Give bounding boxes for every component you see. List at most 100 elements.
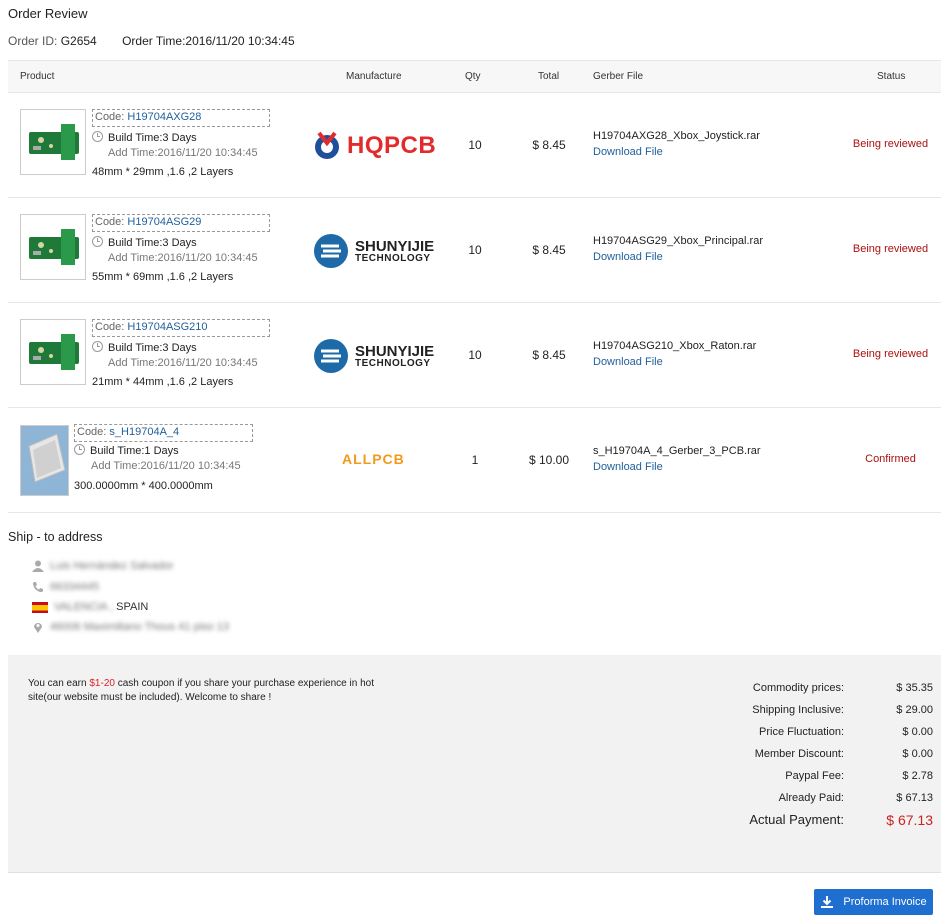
build-time: Build Time:3 Days <box>92 236 197 249</box>
summary-label: Member Discount: <box>754 748 844 760</box>
col-qty: Qty <box>465 71 481 82</box>
gerber-file-name: H19704ASG29_Xbox_Principal.rar <box>593 235 763 247</box>
page-title: Order Review <box>8 6 88 21</box>
code-box: Code: H19704ASG210 <box>92 319 270 337</box>
summary-label: Commodity prices: <box>752 682 844 694</box>
pcb-thumbnail[interactable] <box>20 319 86 385</box>
total: $ 8.45 <box>532 243 566 257</box>
col-status: Status <box>877 71 906 82</box>
phone-icon <box>32 581 44 593</box>
download-file-link[interactable]: Download File <box>593 356 663 368</box>
add-time: Add Time:2016/11/20 10:34:45 <box>91 460 241 472</box>
gerber-file-name: H19704AXG28_Xbox_Joystick.rar <box>593 130 760 142</box>
invoice-button-label: Proforma Invoice <box>843 896 927 908</box>
order-time-label: Order Time: <box>122 34 186 48</box>
recipient-phone: 66334445 <box>50 581 99 593</box>
order-time: 2016/11/20 10:34:45 <box>185 34 295 48</box>
clock-icon <box>74 444 85 455</box>
manufacturer-logo-allpcb: ALLPCB <box>342 451 405 467</box>
gerber-file-name: s_H19704A_4_Gerber_3_PCB.rar <box>593 445 761 457</box>
spain-flag-icon <box>32 601 48 613</box>
build-time: Build Time:1 Days <box>74 444 179 457</box>
total: $ 8.45 <box>532 348 566 362</box>
download-file-link[interactable]: Download File <box>593 146 663 158</box>
table-row: Code: H19704AXG28 Build Time:3 Days Add … <box>8 93 941 198</box>
summary-label: Paypal Fee: <box>785 770 844 782</box>
shunyijie-logo-subtext: TECHNOLOGY <box>355 252 431 264</box>
location-pin-icon <box>32 621 44 633</box>
summary-value: $ 67.13 <box>896 792 933 804</box>
ship-city: VALENCIA , SPAIN <box>32 601 148 613</box>
shunyijie-logo-text: SHUNYIJIE <box>355 342 435 360</box>
promo-pre: You can earn <box>28 678 90 689</box>
manufacturer-logo-shunyijie: SHUNYIJIE TECHNOLOGY <box>313 231 443 271</box>
download-file-link[interactable]: Download File <box>593 251 663 263</box>
dimensions: 55mm * 69mm ,1.6 ,2 Layers <box>92 271 234 283</box>
gerber-file-name: H19704ASG210_Xbox_Raton.rar <box>593 340 757 352</box>
build-time-text: Build Time:1 Days <box>90 445 179 457</box>
pcb-thumbnail[interactable] <box>20 214 86 280</box>
order-id: G2654 <box>60 34 97 48</box>
summary-value: $ 0.00 <box>902 726 933 738</box>
col-product: Product <box>20 71 55 82</box>
table-row: Code: H19704ASG210 Build Time:3 Days Add… <box>8 303 941 408</box>
add-time: Add Time:2016/11/20 10:34:45 <box>108 147 258 159</box>
build-time-text: Build Time:3 Days <box>108 132 197 144</box>
status-badge: Confirmed <box>865 453 916 465</box>
proforma-invoice-button[interactable]: Proforma Invoice <box>814 889 933 915</box>
hqpcb-logo-text: HQPCB <box>347 132 437 159</box>
add-time: Add Time:2016/11/20 10:34:45 <box>108 252 258 264</box>
col-total: Total <box>538 71 560 82</box>
qty: 10 <box>468 138 482 152</box>
dimensions: 21mm * 44mm ,1.6 ,2 Layers <box>92 376 234 388</box>
shunyijie-emblem-icon <box>314 234 348 268</box>
build-time: Build Time:3 Days <box>92 341 197 354</box>
qty: 10 <box>468 348 482 362</box>
status-badge: Being reviewed <box>852 348 929 360</box>
dimensions: 300.0000mm * 400.0000mm <box>74 480 213 492</box>
manufacturer-logo-shunyijie: SHUNYIJIE TECHNOLOGY <box>313 336 443 376</box>
order-summary: You can earn $1-20 cash coupon if you sh… <box>8 655 941 873</box>
ship-street: 46006 Maximiliano Thous 41 piso 13 <box>32 621 229 633</box>
ship-name: Luis Hernández Salvador <box>32 560 174 572</box>
dimensions: 48mm * 29mm ,1.6 ,2 Layers <box>92 166 234 178</box>
pcb-thumbnail[interactable] <box>20 425 69 496</box>
recipient-country: SPAIN <box>116 601 149 613</box>
code-link[interactable]: H19704AXG28 <box>127 111 201 123</box>
code-label: Code: <box>95 216 125 228</box>
qty: 10 <box>468 243 482 257</box>
summary-label: Price Fluctuation: <box>759 726 844 738</box>
pcb-thumbnail[interactable] <box>20 109 86 175</box>
recipient-name: Luis Hernández Salvador <box>50 560 174 572</box>
add-time: Add Time:2016/11/20 10:34:45 <box>108 357 258 369</box>
summary-label: Shipping Inclusive: <box>752 704 844 716</box>
status-badge: Being reviewed <box>852 243 929 255</box>
table-row: Code: s_H19704A_4 Build Time:1 Days Add … <box>8 408 941 513</box>
code-link[interactable]: H19704ASG210 <box>127 321 207 333</box>
promo-amount: $1-20 <box>89 678 115 689</box>
col-gerber: Gerber File <box>593 71 644 82</box>
order-id-label: Order ID: <box>8 34 58 48</box>
code-link[interactable]: s_H19704A_4 <box>109 426 179 438</box>
promo-text: You can earn $1-20 cash coupon if you sh… <box>28 677 383 705</box>
qty: 1 <box>471 453 479 467</box>
summary-value: $ 35.35 <box>896 682 933 694</box>
summary-label: Already Paid: <box>778 792 844 804</box>
recipient-street: 46006 Maximiliano Thous 41 piso 13 <box>50 621 229 633</box>
clock-icon <box>92 131 103 142</box>
table-row: Code: H19704ASG29 Build Time:3 Days Add … <box>8 198 941 303</box>
hqpcb-emblem-icon <box>315 131 339 159</box>
actual-payment-label: Actual Payment: <box>749 812 844 827</box>
summary-value: $ 2.78 <box>902 770 933 782</box>
download-file-link[interactable]: Download File <box>593 461 663 473</box>
shunyijie-logo-subtext: TECHNOLOGY <box>355 357 431 369</box>
build-time-text: Build Time:3 Days <box>108 342 197 354</box>
code-link[interactable]: H19704ASG29 <box>127 216 201 228</box>
build-time: Build Time:3 Days <box>92 131 197 144</box>
ship-phone: 66334445 <box>32 581 99 593</box>
code-box: Code: H19704AXG28 <box>92 109 270 127</box>
code-label: Code: <box>95 321 125 333</box>
manufacturer-logo-hqpcb: HQPCB <box>313 126 443 166</box>
code-label: Code: <box>77 426 107 438</box>
person-icon <box>32 560 44 572</box>
